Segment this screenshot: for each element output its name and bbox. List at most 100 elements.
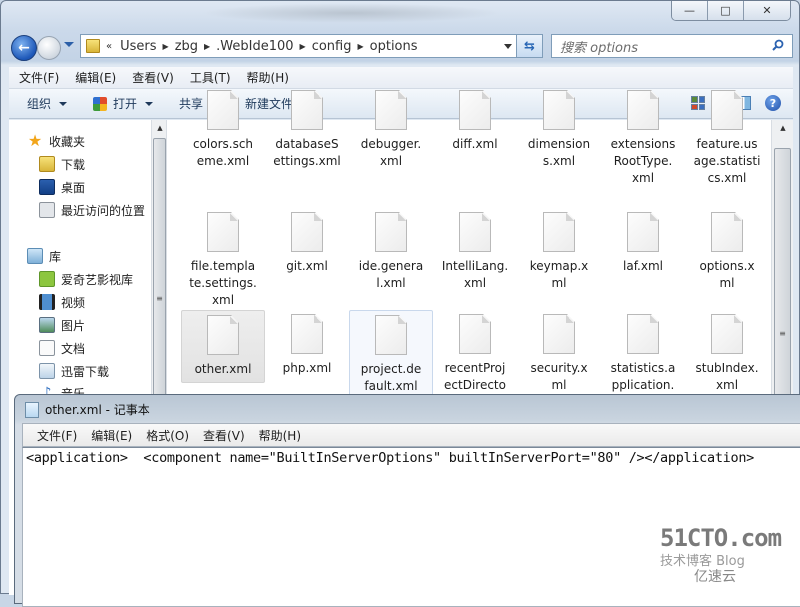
menu-file[interactable]: 文件(F) [19, 69, 59, 86]
file-item[interactable]: ide.genera l.xml [349, 212, 433, 292]
open-button[interactable]: 打开 [93, 95, 154, 112]
file-item[interactable]: file.templa te.settings. xml [181, 212, 265, 309]
back-button[interactable]: ← [11, 35, 37, 61]
breadcrumb-item[interactable]: Users [120, 39, 156, 54]
search-icon[interactable] [772, 39, 784, 51]
file-item[interactable]: keymap.x ml [517, 212, 601, 292]
np-menu-edit[interactable]: 编辑(E) [91, 427, 132, 444]
breadcrumb-item[interactable]: .WebIde100 [216, 39, 293, 54]
nav-item-pictures[interactable]: 图片 [39, 315, 85, 335]
recent-places-icon [39, 202, 55, 218]
nav-item-documents[interactable]: 文档 [39, 338, 85, 358]
nav-item-label: 视频 [61, 295, 86, 310]
xml-file-icon [207, 212, 239, 252]
file-item[interactable]: git.xml [265, 212, 349, 275]
chevron-right-icon[interactable]: ▶ [204, 42, 210, 51]
file-name: options.x ml [699, 259, 755, 290]
file-item[interactable]: IntelliLang. xml [433, 212, 517, 292]
file-item[interactable]: laf.xml [601, 212, 685, 275]
file-item[interactable]: feature.us age.statisti cs.xml [685, 90, 769, 187]
np-menu-help[interactable]: 帮助(H) [259, 427, 301, 444]
file-item[interactable]: project.de fault.xml [349, 310, 433, 400]
nav-item-label: 桌面 [61, 180, 86, 195]
address-bar[interactable]: « Users ▶ zbg ▶ .WebIde100 ▶ config ▶ option… [80, 34, 517, 58]
xml-file-icon [711, 90, 743, 130]
nav-item-label: 爱奇艺影视库 [61, 272, 134, 287]
file-name: laf.xml [623, 259, 663, 273]
file-item[interactable]: dimension s.xml [517, 90, 601, 170]
scroll-up-arrow[interactable]: ▲ [775, 120, 791, 136]
notepad-window: other.xml - 记事本 文件(F) 编辑(E) 格式(O) 查看(V) … [14, 394, 800, 607]
file-item[interactable]: other.xml [181, 310, 265, 383]
navigation-row: ← « Users ▶ zbg ▶ .WebIde100 ▶ config ▶ opti… [1, 33, 800, 61]
notepad-icon [25, 401, 39, 418]
breadcrumb-item[interactable]: config [312, 39, 352, 54]
recent-pages-dropdown[interactable] [64, 42, 74, 47]
notepad-titlebar: other.xml - 记事本 [25, 401, 150, 418]
file-item[interactable]: stubIndex. xml [685, 310, 769, 398]
refresh-icon: ⇆ [524, 38, 535, 54]
search-input[interactable]: 搜索 options [551, 34, 793, 58]
file-item[interactable]: php.xml [265, 310, 349, 381]
iqiyi-library-icon [39, 271, 55, 287]
xml-file-icon [291, 212, 323, 252]
xml-file-icon [291, 90, 323, 130]
xml-file-icon [627, 314, 659, 354]
file-item[interactable]: diff.xml [433, 90, 517, 153]
nav-item-label: 下载 [61, 157, 86, 172]
file-item[interactable]: colors.sch eme.xml [181, 90, 265, 170]
file-name: keymap.x ml [529, 259, 589, 290]
notepad-menu-bar: 文件(F) 编辑(E) 格式(O) 查看(V) 帮助(H) [22, 423, 800, 447]
menu-edit[interactable]: 编辑(E) [75, 69, 116, 86]
nav-favorites[interactable]: ★ 收藏夹 [27, 131, 85, 151]
thunder-downloads-icon [39, 363, 55, 379]
chevron-right-icon[interactable]: ▶ [163, 42, 169, 51]
watermark-brand: 51CTO.com [660, 524, 782, 552]
address-dropdown-icon[interactable] [504, 44, 512, 49]
xml-file-icon [207, 90, 239, 130]
nav-item-recent-places[interactable]: 最近访问的位置 [39, 200, 145, 220]
nav-item-desktop[interactable]: 桌面 [39, 177, 85, 197]
file-name: colors.sch eme.xml [192, 137, 254, 168]
forward-button[interactable] [37, 36, 61, 60]
refresh-button[interactable]: ⇆ [517, 34, 543, 58]
file-item[interactable]: options.x ml [685, 212, 769, 292]
chevron-right-icon[interactable]: ▶ [357, 42, 363, 51]
file-item[interactable]: statistics.a pplication. [601, 310, 685, 398]
file-item[interactable]: security.x ml [517, 310, 601, 398]
nav-item-label: 文档 [61, 341, 86, 356]
np-menu-file[interactable]: 文件(F) [37, 427, 77, 444]
np-menu-format[interactable]: 格式(O) [146, 427, 189, 444]
file-item[interactable]: extensions RootType. xml [601, 90, 685, 187]
maximize-button[interactable]: □ [708, 1, 744, 20]
organize-button[interactable]: 组织 [27, 95, 68, 112]
nav-libraries[interactable]: 库 [27, 246, 61, 266]
file-item[interactable]: recentProj ectDirecto [433, 310, 517, 398]
back-arrow-icon: ← [18, 40, 30, 56]
xml-file-icon [459, 212, 491, 252]
file-item[interactable]: databaseS ettings.xml [265, 90, 349, 170]
xml-file-icon [627, 212, 659, 252]
file-item[interactable]: debugger. xml [349, 90, 433, 170]
nav-item-iqiyi[interactable]: 爱奇艺影视库 [39, 269, 133, 289]
np-menu-view[interactable]: 查看(V) [203, 427, 245, 444]
nav-item-downloads[interactable]: 下载 [39, 154, 85, 174]
nav-item-thunder-downloads[interactable]: 迅雷下载 [39, 361, 109, 381]
open-label: 打开 [113, 97, 138, 111]
nav-item-videos[interactable]: 视频 [39, 292, 85, 312]
file-name: git.xml [286, 259, 328, 273]
notepad-title: other.xml - 记事本 [45, 403, 150, 417]
menu-view[interactable]: 查看(V) [132, 69, 174, 86]
breadcrumb-item[interactable]: options [370, 39, 418, 54]
chevron-down-icon [145, 101, 154, 106]
chevron-right-icon[interactable]: ▶ [300, 42, 306, 51]
scroll-up-arrow[interactable]: ▲ [152, 120, 168, 136]
menu-help[interactable]: 帮助(H) [247, 69, 289, 86]
breadcrumb-item[interactable]: zbg [175, 39, 198, 54]
minimize-button[interactable]: — [672, 1, 708, 20]
breadcrumb-overflow[interactable]: « [106, 41, 112, 52]
file-name: recentProj ectDirecto [444, 361, 506, 392]
close-button[interactable]: ✕ [744, 1, 790, 20]
menu-tools[interactable]: 工具(T) [190, 69, 231, 86]
pictures-icon [39, 317, 55, 333]
